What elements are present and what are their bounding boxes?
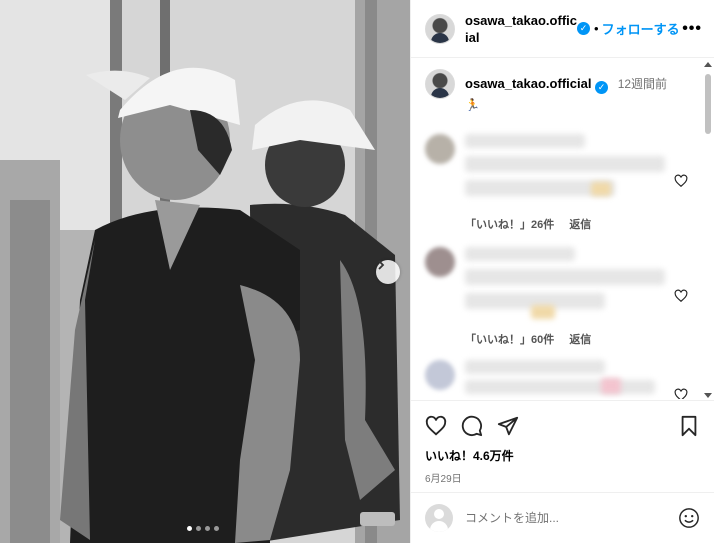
comment-item: 「いいね！」60件 返信 (411, 247, 714, 360)
current-user-avatar (425, 504, 453, 532)
follow-button[interactable]: フォローする (602, 19, 680, 38)
post-actions: いいね！4.6万件 6月29日 (411, 400, 714, 485)
like-comment-heart-icon[interactable] (674, 388, 688, 399)
like-heart-icon[interactable] (425, 415, 447, 437)
more-options-icon[interactable]: ••• (682, 20, 702, 38)
verified-badge-icon: ✓ (595, 81, 609, 94)
like-comment-heart-icon[interactable] (674, 174, 688, 188)
blurred-text (465, 134, 585, 148)
comment-meta: 「いいね！」26件 返信 (465, 216, 591, 232)
comment-bubble-icon[interactable] (461, 415, 483, 437)
blurred-text (465, 269, 665, 285)
blurred-text (465, 360, 605, 374)
author-username[interactable]: osawa_takao.official (465, 12, 577, 46)
carousel-indicator (187, 526, 219, 531)
comment-item: 「いいね！」26件 返信 (411, 134, 714, 247)
share-paper-plane-icon[interactable] (497, 415, 519, 437)
comment-input[interactable] (465, 511, 665, 525)
scrollbar-thumb[interactable] (705, 74, 711, 134)
commenter-avatar[interactable] (425, 134, 455, 164)
reply-button[interactable]: 返信 (569, 334, 591, 346)
scroll-down-arrow-icon[interactable] (704, 393, 712, 398)
chevron-right-icon (378, 260, 385, 270)
blurred-text (465, 247, 575, 261)
like-comment-heart-icon[interactable] (674, 289, 688, 303)
commenter-avatar[interactable] (425, 360, 455, 390)
add-comment-bar (411, 492, 714, 543)
carousel-dot (205, 526, 210, 531)
comment-like-count[interactable]: 「いいね！」60件 (465, 334, 554, 346)
comment-item (411, 360, 714, 399)
comments-scrollbar[interactable] (704, 62, 712, 398)
next-photo-button[interactable] (376, 260, 400, 284)
emoji-smiley-icon[interactable] (678, 507, 700, 529)
blurred-text (465, 156, 665, 172)
post-caption: osawa_takao.official ✓ 12週間前 🏃 (411, 59, 714, 112)
carousel-dot (196, 526, 201, 531)
author-avatar[interactable] (425, 69, 455, 99)
post-header: osawa_takao.official ✓ • フォローする ••• (411, 0, 714, 58)
blurred-emoji (601, 378, 621, 394)
carousel-dot (214, 526, 219, 531)
comment-like-count[interactable]: 「いいね！」26件 (465, 219, 554, 231)
caption-timestamp[interactable]: 12週間前 (618, 77, 667, 91)
commenter-avatar[interactable] (425, 247, 455, 277)
post-photo[interactable] (0, 0, 410, 543)
blurred-emoji (531, 305, 555, 319)
post-date[interactable]: 6月29日 (425, 470, 700, 485)
post-side-panel: osawa_takao.official ✓ • フォローする ••• osaw… (410, 0, 714, 543)
caption-text: 🏃 (465, 98, 480, 112)
carousel-dot (187, 526, 192, 531)
blurred-text (465, 380, 655, 394)
reply-button[interactable]: 返信 (569, 219, 591, 231)
blurred-emoji (591, 182, 611, 196)
comments-list[interactable]: osawa_takao.official ✓ 12週間前 🏃 「いいね！」26件… (411, 59, 714, 399)
likes-count[interactable]: いいね！4.6万件 (425, 447, 700, 464)
photo-illustration (0, 0, 410, 543)
separator-dot: • (594, 21, 599, 36)
caption-username[interactable]: osawa_takao.official (465, 76, 591, 91)
verified-badge-icon: ✓ (577, 22, 590, 35)
save-bookmark-icon[interactable] (678, 415, 700, 437)
scroll-up-arrow-icon[interactable] (704, 62, 712, 67)
comment-meta: 「いいね！」60件 返信 (465, 331, 591, 347)
author-avatar[interactable] (425, 13, 455, 44)
